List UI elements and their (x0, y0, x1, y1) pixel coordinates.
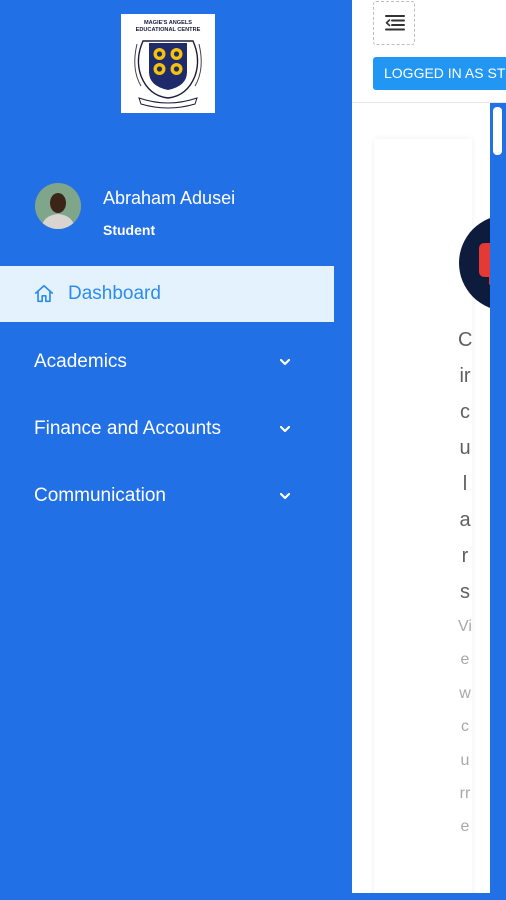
school-logo[interactable]: MAGIE'S ANGELS EDUCATIONAL CENTRE (121, 14, 215, 113)
sidebar-item-academics[interactable]: Academics (0, 334, 334, 390)
sidebar: MAGIE'S ANGELS EDUCATIONAL CENTRE Abraha… (0, 0, 352, 900)
sidebar-item-label: Academics (34, 351, 127, 372)
sidebar-item-dashboard[interactable]: Dashboard (0, 266, 334, 322)
chevron-down-icon (279, 425, 291, 433)
menu-collapse-icon (385, 15, 405, 31)
school-name-line1: MAGIE'S ANGELS (144, 20, 192, 26)
card-text: Circulars Viewcurre (458, 322, 472, 844)
avatar[interactable] (35, 183, 81, 229)
card-title: Circulars (458, 329, 473, 603)
school-crest-icon: MAGIE'S ANGELS EDUCATIONAL CENTRE (134, 20, 202, 109)
scrollbar-thumb[interactable] (493, 107, 502, 155)
chevron-down-icon (279, 492, 291, 500)
main-content: Circulars Viewcurre (352, 103, 506, 900)
home-icon (34, 284, 54, 303)
sidebar-item-label: Communication (34, 485, 166, 506)
chevron-down-icon (279, 358, 291, 366)
logged-in-badge: LOGGED IN AS ST (373, 57, 506, 90)
circulars-card[interactable]: Circulars Viewcurre (374, 139, 506, 900)
sidebar-item-communication[interactable]: Communication (0, 468, 334, 524)
sidebar-item-label: Dashboard (68, 283, 161, 304)
top-bar: LOGGED IN AS ST (352, 0, 506, 103)
user-profile: Abraham Adusei Student (35, 182, 325, 242)
sidebar-item-finance[interactable]: Finance and Accounts (0, 401, 334, 457)
scrollbar[interactable] (490, 103, 506, 900)
user-photo-icon (35, 183, 81, 229)
card-subtitle: Viewcurre (458, 618, 472, 836)
app-root: MAGIE'S ANGELS EDUCATIONAL CENTRE Abraha… (0, 0, 506, 900)
profile-name: Abraham Adusei (103, 188, 236, 208)
profile-role: Student (103, 222, 156, 238)
bottom-edge (352, 893, 506, 900)
menu-toggle-button[interactable] (373, 1, 415, 45)
school-name-line2: EDUCATIONAL CENTRE (136, 27, 201, 33)
sidebar-item-label: Finance and Accounts (34, 418, 221, 439)
